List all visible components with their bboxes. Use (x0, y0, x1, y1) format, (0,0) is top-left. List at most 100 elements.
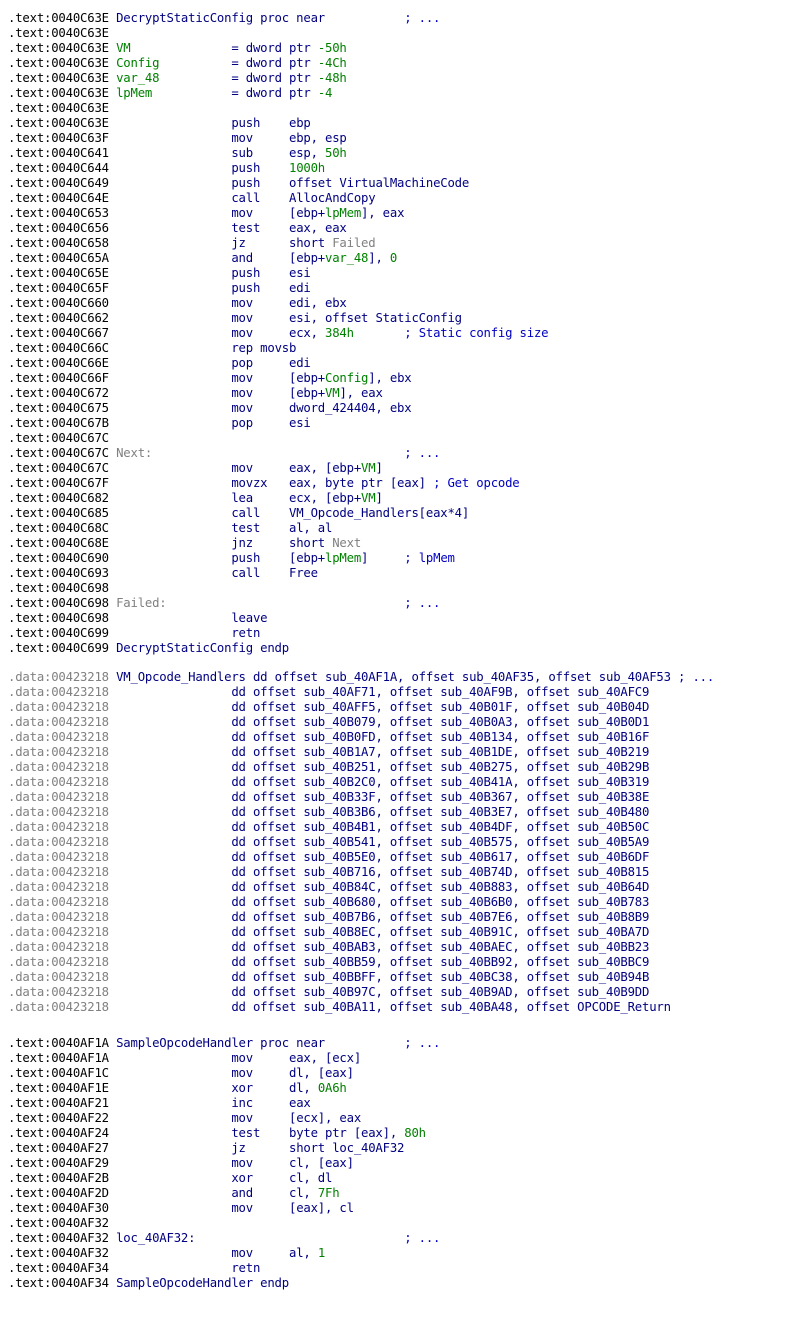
local-variable[interactable]: lpMem (325, 551, 361, 565)
symbol-name[interactable]: sub_40B367 (440, 790, 512, 804)
code-line[interactable]: .data:00423218 dd offset sub_40AF71, off… (8, 685, 714, 700)
symbol-name[interactable]: sub_40AF9B (440, 685, 512, 699)
symbol-name[interactable]: sub_40BA11 (303, 1000, 375, 1014)
code-line[interactable]: .text:0040AF24 test byte ptr [eax], 80h (8, 1126, 714, 1141)
code-line[interactable]: .text:0040AF32 loc_40AF32: ; ... (8, 1231, 714, 1246)
symbol-name[interactable]: sub_40BB23 (577, 940, 649, 954)
symbol-name[interactable]: sub_40B1DE (440, 745, 512, 759)
local-variable[interactable]: lpMem (116, 86, 152, 100)
code-line[interactable]: .text:0040C658 jz short Failed (8, 236, 714, 251)
code-line[interactable]: .data:00423218 dd offset sub_40BBFF, off… (8, 970, 714, 985)
symbol-name[interactable]: sub_40B04D (577, 700, 649, 714)
symbol-name[interactable]: sub_40AF1A (325, 670, 397, 684)
code-line[interactable]: .data:00423218 dd offset sub_40B3B6, off… (8, 805, 714, 820)
symbol-name[interactable]: sub_40B74D (440, 865, 512, 879)
symbol-name[interactable]: Free (289, 566, 318, 580)
symbol-name[interactable]: sub_40B883 (440, 880, 512, 894)
symbol-name[interactable]: sub_40B134 (440, 730, 512, 744)
code-line[interactable]: .text:0040C690 push [ebp+lpMem] ; lpMem (8, 551, 714, 566)
symbol-name[interactable]: sub_40BB92 (440, 955, 512, 969)
code-line[interactable]: .text:0040C67C mov eax, [ebp+VM] (8, 461, 714, 476)
symbol-name[interactable]: sub_40B783 (577, 895, 649, 909)
symbol-name[interactable]: sub_40B5A9 (577, 835, 649, 849)
local-variable[interactable]: lpMem (325, 206, 361, 220)
code-line[interactable]: .data:00423218 dd offset sub_40B541, off… (8, 835, 714, 850)
symbol-name[interactable]: sub_40BC38 (440, 970, 512, 984)
code-line[interactable]: .text:0040C66C rep movsb (8, 341, 714, 356)
symbol-name[interactable]: sub_40BAEC (440, 940, 512, 954)
code-line[interactable]: .text:0040AF1A SampleOpcodeHandler proc … (8, 1036, 714, 1051)
code-line[interactable]: .text:0040C67F movzx eax, byte ptr [eax]… (8, 476, 714, 491)
symbol-name[interactable]: sub_40B680 (303, 895, 375, 909)
code-line[interactable]: .data:00423218 dd offset sub_40B716, off… (8, 865, 714, 880)
code-line[interactable]: .text:0040AF30 mov [eax], cl (8, 1201, 714, 1216)
code-line[interactable]: .text:0040C63E var_48 = dword ptr -48h (8, 71, 714, 86)
symbol-name[interactable]: sub_40B4DF (440, 820, 512, 834)
code-line[interactable]: .text:0040AF1E xor dl, 0A6h (8, 1081, 714, 1096)
code-line[interactable]: .text:0040C644 push 1000h (8, 161, 714, 176)
symbol-name[interactable]: sub_40B7E6 (440, 910, 512, 924)
label-reference[interactable]: Failed (332, 236, 375, 250)
code-line[interactable]: .text:0040C63E DecryptStaticConfig proc … (8, 11, 714, 26)
symbol-name[interactable]: sub_40B716 (303, 865, 375, 879)
symbol-name[interactable]: sub_40B84C (303, 880, 375, 894)
code-line[interactable]: .text:0040C63E Config = dword ptr -4Ch (8, 56, 714, 71)
symbol-name[interactable]: sub_40B251 (303, 760, 375, 774)
code-line[interactable]: .text:0040C682 lea ecx, [ebp+VM] (8, 491, 714, 506)
local-variable[interactable]: VM (361, 491, 376, 505)
symbol-name[interactable]: DecryptStaticConfig proc near (116, 11, 325, 25)
code-line[interactable]: .data:00423218 dd offset sub_40B97C, off… (8, 985, 714, 1000)
symbol-name[interactable]: sub_40B50C (577, 820, 649, 834)
code-line[interactable]: .data:00423218 dd offset sub_40B0FD, off… (8, 730, 714, 745)
code-line[interactable]: .data:00423218 dd offset sub_40B079, off… (8, 715, 714, 730)
local-variable[interactable]: VM (361, 461, 376, 475)
code-line[interactable]: .text:0040C649 push offset VirtualMachin… (8, 176, 714, 191)
symbol-name[interactable]: sub_40B6DF (577, 850, 649, 864)
code-line[interactable]: .text:0040C67C Next: ; ... (8, 446, 714, 461)
code-line[interactable]: .text:0040C660 mov edi, ebx (8, 296, 714, 311)
symbol-name[interactable]: sub_40B6B0 (440, 895, 512, 909)
symbol-name[interactable]: sub_40AFC9 (577, 685, 649, 699)
code-line[interactable]: .text:0040C68E jnz short Next (8, 536, 714, 551)
symbol-name[interactable]: sub_40B7B6 (303, 910, 375, 924)
code-line[interactable]: .text:0040C66F mov [ebp+Config], ebx (8, 371, 714, 386)
code-line[interactable]: .text:0040C64E call AllocAndCopy (8, 191, 714, 206)
local-variable[interactable]: var_48 (116, 71, 159, 85)
symbol-name[interactable]: sub_40B41A (440, 775, 512, 789)
code-line[interactable]: .text:0040AF2B xor cl, dl (8, 1171, 714, 1186)
code-line[interactable]: .text:0040C699 retn (8, 626, 714, 641)
symbol-name[interactable]: sub_40B1A7 (303, 745, 375, 759)
symbol-name[interactable]: OPCODE_Return (577, 1000, 671, 1014)
code-line[interactable]: .text:0040AF2D and cl, 7Fh (8, 1186, 714, 1201)
code-line[interactable]: .data:00423218 dd offset sub_40B251, off… (8, 760, 714, 775)
code-line[interactable]: .text:0040AF1A mov eax, [ecx] (8, 1051, 714, 1066)
code-line[interactable]: .text:0040C698 leave (8, 611, 714, 626)
symbol-name[interactable]: StaticConfig (375, 311, 462, 325)
code-line[interactable]: .text:0040C693 call Free (8, 566, 714, 581)
code-line[interactable]: .text:0040C63E lpMem = dword ptr -4 (8, 86, 714, 101)
symbol-name[interactable]: sub_40B94B (577, 970, 649, 984)
symbol-name[interactable]: sub_40B8EC (303, 925, 375, 939)
symbol-name[interactable]: sub_40B5E0 (303, 850, 375, 864)
symbol-name[interactable]: sub_40B64D (577, 880, 649, 894)
code-line[interactable]: .text:0040C653 mov [ebp+lpMem], eax (8, 206, 714, 221)
code-line[interactable]: .text:0040C656 test eax, eax (8, 221, 714, 236)
code-line[interactable]: .text:0040C662 mov esi, offset StaticCon… (8, 311, 714, 326)
local-variable[interactable]: VM (116, 41, 131, 55)
symbol-name[interactable]: sub_40B8B9 (577, 910, 649, 924)
symbol-name[interactable]: VirtualMachineCode (339, 176, 469, 190)
symbol-name[interactable]: sub_40B815 (577, 865, 649, 879)
code-line[interactable]: .text:0040C63E VM = dword ptr -50h (8, 41, 714, 56)
code-line[interactable]: .text:0040C699 DecryptStaticConfig endp (8, 641, 714, 656)
symbol-name[interactable]: SampleOpcodeHandler endp (116, 1276, 289, 1290)
symbol-name[interactable]: sub_40BBC9 (577, 955, 649, 969)
symbol-name[interactable]: sub_40B319 (577, 775, 649, 789)
symbol-name[interactable]: sub_40B29B (577, 760, 649, 774)
code-line[interactable]: .data:00423218 dd offset sub_40B4B1, off… (8, 820, 714, 835)
symbol-name[interactable]: AllocAndCopy (289, 191, 376, 205)
symbol-name[interactable]: sub_40BA48 (440, 1000, 512, 1014)
code-line[interactable]: .data:00423218 dd offset sub_40B33F, off… (8, 790, 714, 805)
code-line[interactable]: .data:00423218 dd offset sub_40B84C, off… (8, 880, 714, 895)
symbol-name[interactable]: sub_40AF35 (462, 670, 534, 684)
code-line[interactable]: .text:0040C65E push esi (8, 266, 714, 281)
